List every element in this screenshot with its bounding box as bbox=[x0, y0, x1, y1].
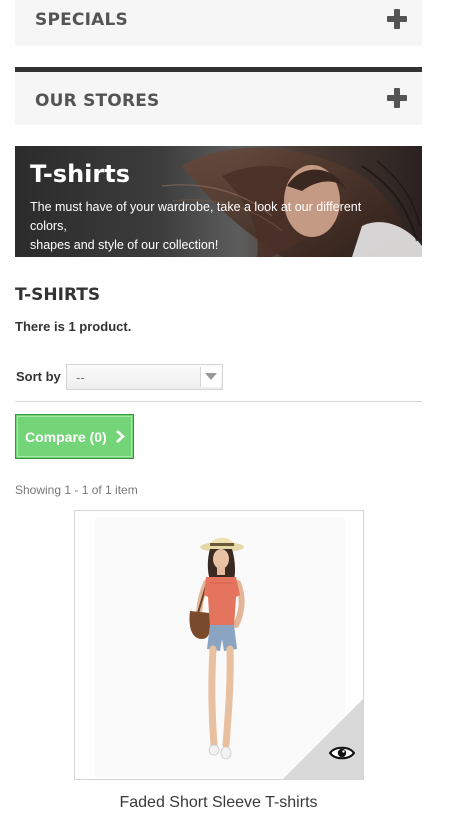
product-name-link[interactable]: Faded Short Sleeve T-shirts bbox=[0, 794, 437, 812]
product-image[interactable] bbox=[170, 533, 270, 763]
banner-title: T-shirts bbox=[30, 160, 130, 188]
showing-count: Showing 1 - 1 of 1 item bbox=[15, 483, 138, 497]
quick-view-corner[interactable] bbox=[283, 699, 363, 779]
product-card[interactable] bbox=[74, 510, 364, 780]
banner-description-line2: shapes and style of our collection! bbox=[30, 238, 219, 252]
specials-title: SPECIALS bbox=[35, 10, 128, 30]
sort-select[interactable]: -- bbox=[66, 364, 223, 390]
our-stores-block-header[interactable]: OUR STORES bbox=[15, 67, 422, 125]
our-stores-title: OUR STORES bbox=[35, 91, 160, 111]
plus-icon[interactable] bbox=[387, 88, 407, 108]
category-title: T-SHIRTS bbox=[15, 285, 101, 305]
plus-icon[interactable] bbox=[387, 9, 407, 29]
banner-description-line1: The must have of your wardrobe, take a l… bbox=[30, 200, 362, 233]
category-banner: T-shirts The must have of your wardrobe,… bbox=[15, 146, 422, 257]
compare-button-label: Compare (0) bbox=[25, 429, 107, 445]
product-count: There is 1 product. bbox=[15, 319, 132, 334]
chevron-down-icon[interactable] bbox=[200, 367, 221, 387]
banner-description: The must have of your wardrobe, take a l… bbox=[30, 198, 380, 255]
eye-icon[interactable] bbox=[329, 745, 355, 761]
divider bbox=[15, 401, 422, 402]
sort-selected-value: -- bbox=[76, 370, 85, 385]
sort-by-label: Sort by bbox=[16, 369, 61, 384]
chevron-right-icon bbox=[116, 430, 125, 443]
compare-button[interactable]: Compare (0) bbox=[15, 414, 134, 459]
specials-block-header[interactable]: SPECIALS bbox=[15, 0, 422, 46]
